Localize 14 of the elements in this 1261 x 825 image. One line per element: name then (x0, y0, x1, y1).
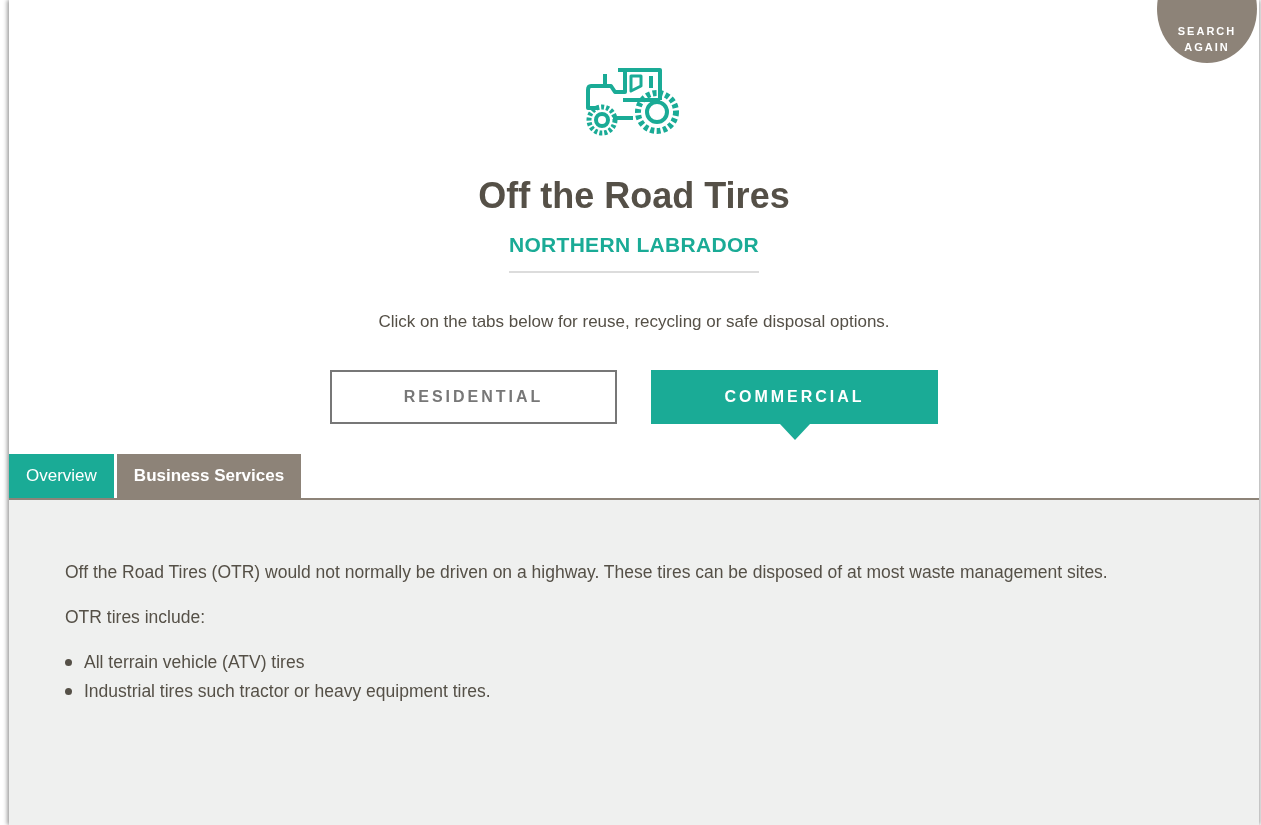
region-heading: NORTHERN LABRADOR (508, 221, 760, 273)
page-title: Off the Road Tires (478, 174, 790, 218)
body-paragraph: OTR tires include: (65, 605, 207, 629)
section-tab[interactable]: Overview (9, 454, 114, 498)
bullet-icon (65, 687, 72, 695)
instructions-text: Click on the tabs below for reuse, recycling or safe disposal options. (378, 310, 890, 333)
search-again-button[interactable]: SEARCH AGAIN (1157, 0, 1257, 63)
body-paragraph: Off the Road Tires (OTR) would not normally be driven on a highway. These tires can be disposed of at most waste management sites. (65, 560, 1109, 584)
tab-pointer-icon (779, 424, 810, 441)
list-item-text: All terrain vehicle (ATV) tires (84, 650, 305, 674)
list-item-text: Industrial tires such tractor or heavy equipment tires. (84, 679, 491, 703)
bullet-icon (65, 658, 72, 666)
section-tab[interactable]: Business Services (116, 454, 302, 498)
audience-tab[interactable]: RESIDENTIAL (330, 370, 617, 425)
